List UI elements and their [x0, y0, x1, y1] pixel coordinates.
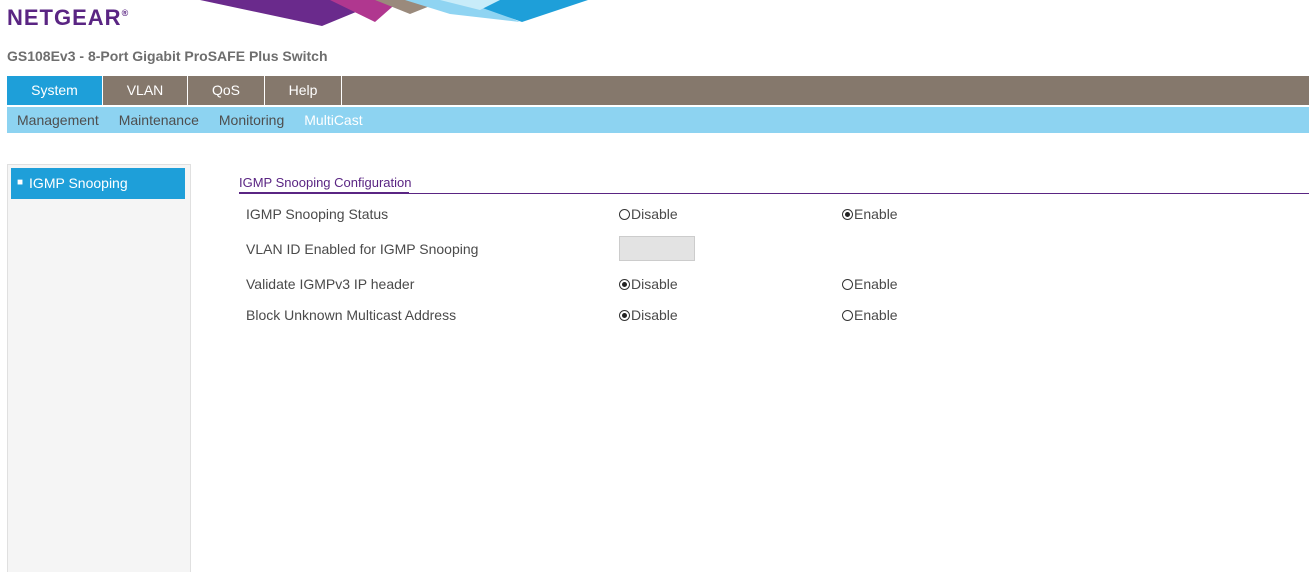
- igmp-status-enable-radio[interactable]: [842, 208, 853, 220]
- banner-graphic: [200, 0, 588, 26]
- tab-system[interactable]: System: [7, 76, 103, 105]
- tab-vlan[interactable]: VLAN: [103, 76, 188, 105]
- subnav-maintenance[interactable]: Maintenance: [109, 112, 209, 128]
- device-title: GS108Ev3 - 8-Port Gigabit ProSAFE Plus S…: [7, 48, 328, 64]
- validate-igmpv3-enable-label: Enable: [854, 276, 898, 292]
- page: NETGEAR® GS108Ev3 - 8-Port Gigabit ProSA…: [0, 0, 1309, 572]
- igmp-status-enable-option[interactable]: Enable: [842, 206, 898, 222]
- logo-text: NETGEAR: [7, 5, 122, 30]
- block-unknown-enable-label: Enable: [854, 307, 898, 323]
- section-title-underline: [239, 192, 409, 194]
- netgear-logo: NETGEAR®: [7, 5, 128, 31]
- tab-qos[interactable]: QoS: [188, 76, 265, 105]
- sidebar-item-igmp-snooping[interactable]: ■ IGMP Snooping: [11, 168, 185, 199]
- igmp-status-disable-option[interactable]: Disable: [619, 206, 678, 222]
- igmp-status-label: IGMP Snooping Status: [246, 206, 389, 222]
- section-title: IGMP Snooping Configuration: [239, 175, 412, 190]
- sidebar-item-label: IGMP Snooping: [29, 175, 128, 191]
- validate-igmpv3-enable-radio[interactable]: [842, 278, 853, 290]
- block-unknown-enable-option[interactable]: Enable: [842, 307, 898, 323]
- bullet-icon: ■: [17, 176, 24, 188]
- block-unknown-disable-label: Disable: [631, 307, 678, 323]
- block-unknown-disable-radio[interactable]: [619, 309, 630, 321]
- igmp-status-enable-label: Enable: [854, 206, 898, 222]
- vlan-id-label: VLAN ID Enabled for IGMP Snooping: [246, 241, 479, 257]
- validate-igmpv3-enable-option[interactable]: Enable: [842, 276, 898, 292]
- subnav-multicast[interactable]: MultiCast: [294, 112, 372, 128]
- sidebar: ■ IGMP Snooping: [7, 164, 191, 572]
- validate-igmpv3-disable-radio[interactable]: [619, 278, 630, 290]
- registered-mark: ®: [121, 8, 129, 18]
- igmp-status-disable-label: Disable: [631, 206, 678, 222]
- tab-help[interactable]: Help: [265, 76, 342, 105]
- subnav-management[interactable]: Management: [7, 112, 109, 128]
- main-nav: System VLAN QoS Help: [7, 76, 1309, 105]
- validate-igmpv3-disable-option[interactable]: Disable: [619, 276, 678, 292]
- block-unknown-enable-radio[interactable]: [842, 309, 853, 321]
- validate-igmpv3-disable-label: Disable: [631, 276, 678, 292]
- vlan-id-input[interactable]: [619, 236, 695, 261]
- block-unknown-multicast-label: Block Unknown Multicast Address: [246, 307, 457, 323]
- validate-igmpv3-label: Validate IGMPv3 IP header: [246, 276, 415, 292]
- igmp-status-disable-radio[interactable]: [619, 208, 630, 220]
- subnav-monitoring[interactable]: Monitoring: [209, 112, 294, 128]
- block-unknown-disable-option[interactable]: Disable: [619, 307, 678, 323]
- sub-nav: Management Maintenance Monitoring MultiC…: [7, 107, 1309, 133]
